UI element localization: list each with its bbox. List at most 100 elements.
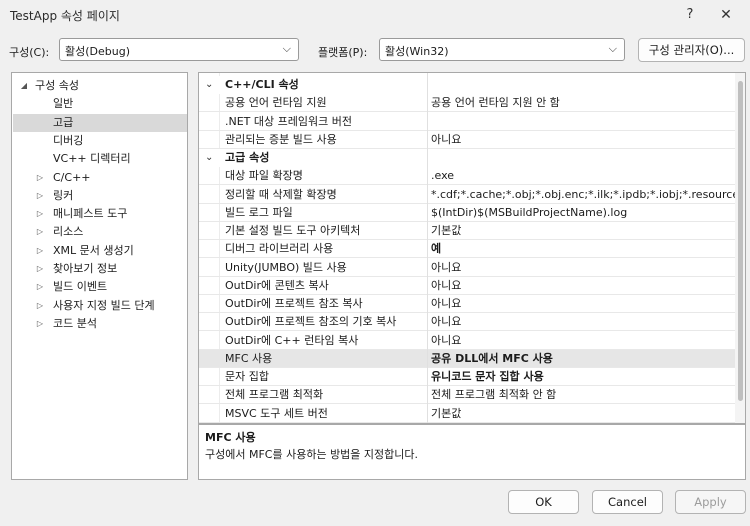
description-text: 구성에서 MFC를 사용하는 방법을 지정합니다. [205, 448, 419, 461]
property-row[interactable]: 대상 파일 확장명 .exe [199, 167, 745, 186]
scrollbar-thumb[interactable] [738, 81, 743, 401]
platform-label: 플랫폼(P): [318, 46, 368, 59]
property-name: OutDir에 프로젝트 참조의 기호 복사 [225, 315, 397, 329]
property-value[interactable]: 공용 언어 런타임 지원 안 함 [431, 94, 745, 112]
tree-item[interactable]: ▷ 매니페스트 도구 [13, 205, 187, 223]
tree-item[interactable]: VC++ 디렉터리 [13, 150, 187, 168]
property-value[interactable]: .exe [431, 167, 745, 185]
apply-button[interactable]: Apply [675, 490, 746, 514]
close-button[interactable]: ✕ [712, 4, 740, 26]
collapse-arrow-icon[interactable]: ▷ [34, 260, 46, 278]
tree-item[interactable]: ▷ 찾아보기 정보 [13, 260, 187, 278]
property-row[interactable]: OutDir에 프로젝트 참조의 기호 복사 아니요 [199, 313, 745, 332]
collapse-arrow-icon[interactable]: ▷ [34, 297, 46, 315]
property-row[interactable]: Unity(JUMBO) 빌드 사용 아니요 [199, 259, 745, 277]
chevron-down-icon: ⌵ [608, 42, 617, 55]
property-name: 문자 집합 [225, 370, 269, 383]
property-name: OutDir에 콘텐츠 복사 [225, 278, 329, 292]
property-row[interactable]: 공용 언어 런타임 지원 공용 언어 런타임 지원 안 함 [199, 94, 745, 113]
property-value[interactable]: 아니요 [431, 277, 745, 295]
tree-item[interactable]: ▷ 빌드 이벤트 [13, 278, 187, 296]
tree-item[interactable]: ▷ 사용자 지정 빌드 단계 [13, 297, 187, 315]
help-button[interactable]: ? [678, 4, 702, 26]
tree-item-label: 디버깅 [53, 133, 84, 147]
property-value[interactable]: 아니요 [431, 332, 745, 350]
cancel-button[interactable]: Cancel [592, 490, 663, 514]
column-divider[interactable] [427, 73, 428, 423]
property-row[interactable]: 문자 집합 유니코드 문자 집합 사용 [199, 368, 745, 386]
property-name: .NET 대상 프레임워크 버전 [225, 114, 352, 128]
property-name: 관리되는 증분 빌드 사용 [225, 132, 337, 146]
property-value[interactable]: 전체 프로그램 최적화 안 함 [431, 386, 745, 404]
tree-item[interactable]: ▷ XML 문서 생성기 [13, 242, 187, 260]
grid-scrollbar[interactable] [735, 73, 745, 423]
expand-arrow-icon[interactable]: ◢ [18, 77, 30, 95]
tree-item[interactable]: 일반 [13, 95, 187, 113]
property-row[interactable]: 디버그 라이브러리 사용 예 [199, 240, 745, 259]
property-value[interactable]: 예 [431, 240, 745, 258]
property-value[interactable]: 기본값 [431, 405, 745, 423]
category-row[interactable]: ⌄ 고급 속성 [199, 149, 745, 167]
ok-button[interactable]: OK [508, 490, 579, 514]
category-label: 고급 속성 [225, 151, 270, 164]
property-name: 빌드 로그 파일 [225, 205, 293, 219]
collapse-arrow-icon[interactable]: ▷ [34, 278, 46, 296]
tree-item-label: 링커 [53, 188, 74, 202]
collapse-arrow-icon[interactable]: ▷ [34, 223, 46, 241]
property-row[interactable]: .NET 대상 프레임워크 버전 [199, 113, 745, 131]
property-row[interactable]: 전체 프로그램 최적화 전체 프로그램 최적화 안 함 [199, 386, 745, 405]
platform-value: 활성(Win32) [385, 45, 449, 58]
tree-item[interactable]: ◢ 구성 속성 [13, 77, 187, 95]
chevron-down-icon[interactable]: ⌄ [205, 149, 213, 167]
config-manager-button[interactable]: 구성 관리자(O)... [638, 38, 745, 62]
property-value[interactable]: 아니요 [431, 259, 745, 277]
collapse-arrow-icon[interactable]: ▷ [34, 187, 46, 205]
window-title: TestApp 속성 페이지 [10, 9, 120, 23]
property-row[interactable]: OutDir에 C++ 런타임 복사 아니요 [199, 332, 745, 350]
tree-item[interactable]: ▷ 리소스 [13, 223, 187, 241]
property-name: 기본 설정 빌드 도구 아키텍처 [225, 224, 361, 237]
property-row[interactable]: OutDir에 프로젝트 참조 복사 아니요 [199, 295, 745, 313]
property-name: Unity(JUMBO) 빌드 사용 [225, 260, 347, 274]
property-value[interactable]: $(IntDir)$(MSBuildProjectName).log [431, 204, 745, 222]
collapse-arrow-icon[interactable]: ▷ [34, 169, 46, 187]
tree-item-label: 리소스 [53, 225, 84, 239]
collapse-arrow-icon[interactable]: ▷ [34, 315, 46, 333]
tree-item-label: 일반 [53, 97, 74, 111]
category-label: C++/CLI 속성 [225, 78, 299, 91]
tree-item-label: XML 문서 생성기 [53, 243, 134, 257]
description-pane: MFC 사용 구성에서 MFC를 사용하는 방법을 지정합니다. [198, 424, 746, 480]
property-tree: ◢ 구성 속성 일반 고급 디버깅 VC++ 디렉터리 ▷ C/C++ ▷ 링커 ▷ 매니페스트 도구… [11, 72, 188, 480]
platform-dropdown[interactable]: 활성(Win32) ⌵ [379, 38, 625, 61]
property-row[interactable]: OutDir에 콘텐츠 복사 아니요 [199, 277, 745, 295]
tree-item-label: 구성 속성 [35, 79, 79, 92]
tree-item[interactable]: ▷ C/C++ [13, 169, 187, 187]
property-value[interactable]: 아니요 [431, 295, 745, 313]
property-value[interactable]: 아니요 [431, 131, 745, 149]
property-value[interactable]: 아니요 [431, 313, 745, 331]
collapse-arrow-icon[interactable]: ▷ [34, 242, 46, 260]
config-value: 활성(Debug) [65, 45, 130, 58]
property-row[interactable]: 관리되는 증분 빌드 사용 아니요 [199, 131, 745, 149]
config-label: 구성(C): [9, 46, 50, 59]
tree-item[interactable]: ▷ 코드 분석 [13, 315, 187, 333]
category-row[interactable]: ⌄ C++/CLI 속성 [199, 76, 745, 94]
config-dropdown[interactable]: 활성(Debug) ⌵ [59, 38, 299, 61]
property-row[interactable]: 기본 설정 빌드 도구 아키텍처 기본값 [199, 222, 745, 240]
property-row[interactable]: 빌드 로그 파일 $(IntDir)$(MSBuildProjectName).l… [199, 204, 745, 222]
property-value[interactable]: *.cdf;*.cache;*.obj;*.obj.enc;*.ilk;*.ip… [431, 186, 745, 204]
tree-item-label: C/C++ [53, 170, 91, 184]
tree-item[interactable]: 고급 [13, 113, 187, 132]
tree-item[interactable]: ▷ 링커 [13, 187, 187, 205]
tree-item[interactable]: 디버깅 [13, 132, 187, 150]
collapse-arrow-icon[interactable]: ▷ [34, 205, 46, 223]
property-row[interactable]: MSVC 도구 세트 버전 기본값 [199, 405, 745, 423]
chevron-down-icon[interactable]: ⌄ [205, 76, 213, 94]
property-value[interactable]: 유니코드 문자 집합 사용 [431, 368, 745, 386]
property-row[interactable]: 정리할 때 삭제할 확장명 *.cdf;*.cache;*.obj;*.obj.e… [199, 186, 745, 204]
property-value[interactable]: 공유 DLL에서 MFC 사용 [431, 350, 745, 368]
tree-item-label: 코드 분석 [53, 316, 97, 330]
property-row[interactable]: MFC 사용 공유 DLL에서 MFC 사용 [199, 349, 745, 368]
chevron-down-icon: ⌵ [282, 42, 291, 55]
property-value[interactable]: 기본값 [431, 222, 745, 240]
